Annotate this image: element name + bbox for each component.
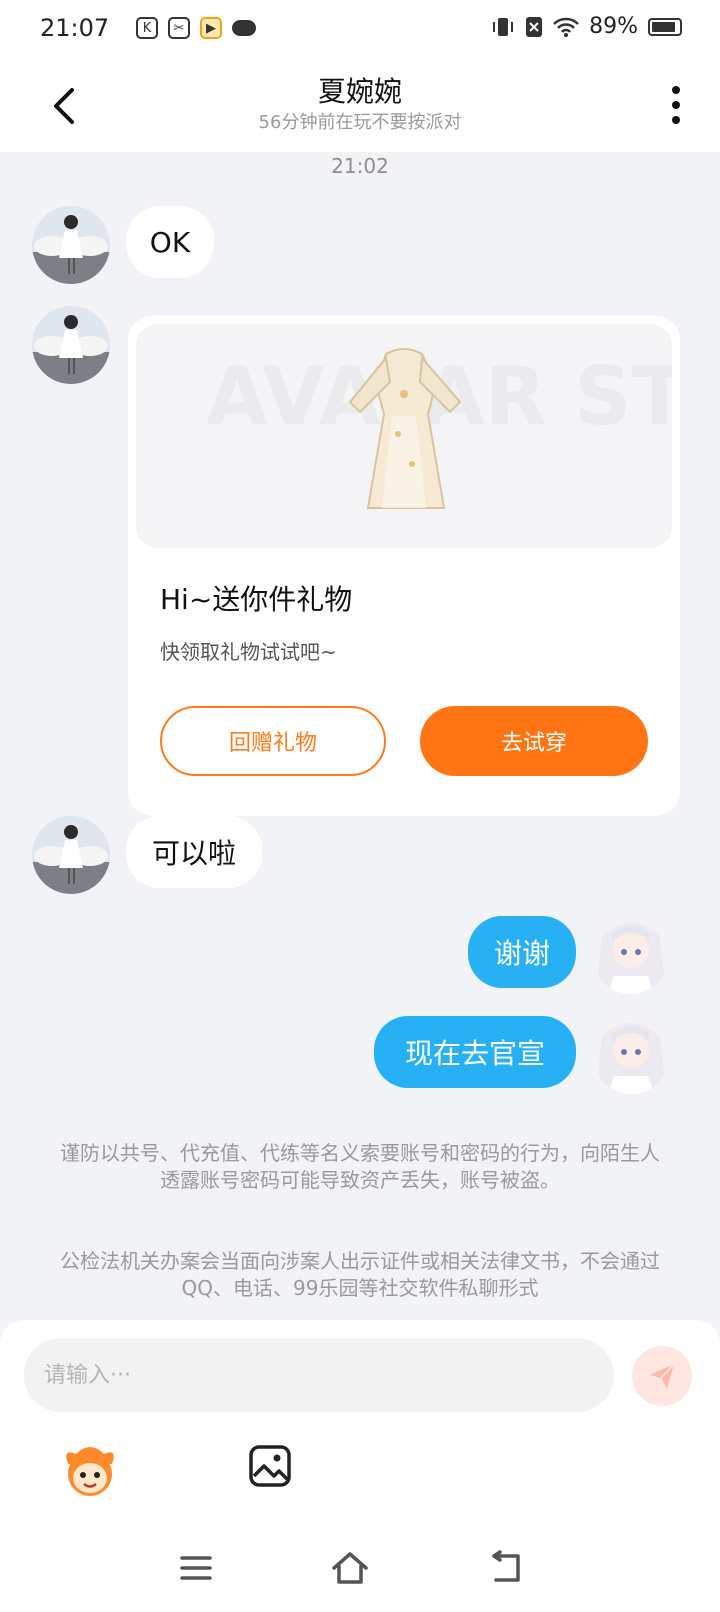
message-timestamp: 21:02	[331, 154, 389, 178]
video-app-icon: ▶	[200, 17, 222, 39]
contact-avatar[interactable]	[32, 306, 110, 384]
more-options-icon[interactable]	[670, 84, 682, 126]
back-nav-icon[interactable]	[486, 1548, 526, 1588]
vibrate-icon	[493, 17, 514, 36]
status-bar: 21:07 K ✂ ▶ 89%	[0, 0, 720, 58]
input-panel	[0, 1320, 720, 1612]
my-avatar[interactable]	[592, 1016, 670, 1094]
contact-avatar[interactable]	[32, 816, 110, 894]
return-gift-button[interactable]: 回赠礼物	[160, 706, 386, 776]
message-text: 谢谢	[493, 937, 550, 970]
my-message-bubble[interactable]: 谢谢	[468, 916, 576, 988]
contact-status: 56分钟前在玩不要按派对	[258, 112, 462, 133]
send-button[interactable]	[632, 1346, 692, 1406]
send-icon	[650, 1363, 675, 1388]
gift-title: Hi~送你件礼物	[160, 583, 353, 616]
my-avatar[interactable]	[592, 916, 670, 994]
scissors-app-icon: ✂	[168, 17, 190, 39]
emoji-mascot-icon[interactable]	[60, 1442, 120, 1498]
message-bubble[interactable]: 可以啦	[126, 816, 262, 888]
menu-icon[interactable]	[176, 1548, 216, 1588]
security-notice: 公检法机关办案会当面向涉案人出示证件或相关法律文书，不会通过QQ、电话、99乐园…	[60, 1249, 660, 1300]
message-bubble[interactable]: OK	[126, 206, 214, 278]
message-text: 可以啦	[151, 837, 236, 870]
my-message-bubble[interactable]: 现在去官宣	[374, 1016, 576, 1088]
gift-image: AVATAR STORE	[136, 324, 672, 548]
message-text: 现在去官宣	[404, 1037, 545, 1070]
try-on-button[interactable]: 去试穿	[420, 706, 648, 776]
message-text: OK	[149, 225, 191, 259]
status-time: 21:07	[40, 14, 110, 42]
gift-card[interactable]: AVATAR STORE Hi~送你件礼物 快领取礼物试试吧~ 回赠礼物 去试穿	[128, 316, 680, 816]
contact-avatar[interactable]	[32, 206, 110, 284]
home-icon[interactable]	[330, 1548, 370, 1588]
chat-header: 夏婉婉 56分钟前在玩不要按派对	[0, 58, 720, 152]
cloud-icon	[232, 20, 256, 36]
battery-percent: 89%	[589, 14, 638, 39]
battery-icon	[648, 17, 682, 36]
contact-name: 夏婉婉	[317, 75, 402, 108]
wifi-icon	[553, 17, 579, 37]
message-input[interactable]	[24, 1338, 614, 1412]
no-sim-icon	[526, 16, 543, 37]
k-app-icon: K	[136, 17, 158, 39]
security-notice: 谨防以共号、代充值、代练等名义索要账号和密码的行为，向陌生人透露账号密码可能导致…	[60, 1141, 660, 1192]
gift-description: 快领取礼物试试吧~	[160, 640, 337, 664]
image-picker-icon[interactable]	[248, 1444, 292, 1488]
